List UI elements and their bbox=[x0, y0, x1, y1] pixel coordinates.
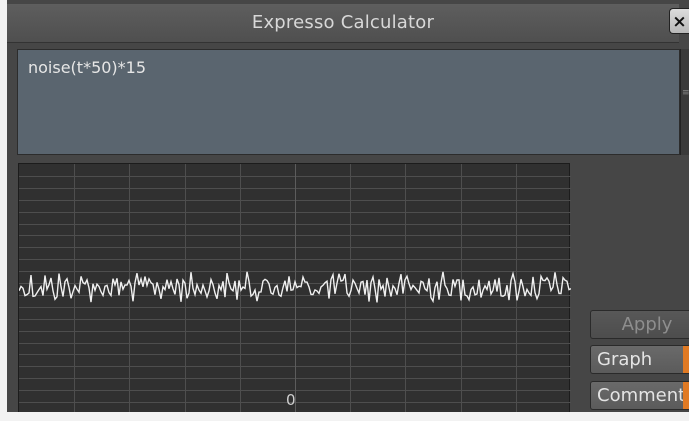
graph-grid bbox=[19, 164, 571, 414]
expression-editor[interactable]: noise(t*50)*15 bbox=[17, 49, 680, 155]
expresso-calculator-window: Expresso Calculator × noise(t*50)*15 ≡ 0… bbox=[0, 0, 689, 421]
graph-toggle-button[interactable]: Graph bbox=[590, 345, 689, 374]
graph-canvas bbox=[19, 164, 571, 414]
close-button[interactable]: × bbox=[669, 8, 689, 34]
title-bar[interactable]: Expresso Calculator bbox=[7, 4, 679, 43]
editor-scrollbar[interactable]: ≡ bbox=[680, 49, 689, 155]
comment-button-label: Comment bbox=[597, 385, 686, 406]
graph-button-label: Graph bbox=[597, 349, 653, 370]
graph-toggle-indicator bbox=[683, 346, 689, 373]
comment-toggle-button[interactable]: Comment bbox=[590, 381, 689, 410]
expression-text: noise(t*50)*15 bbox=[28, 58, 147, 77]
window-bottom-edge bbox=[0, 412, 689, 421]
close-icon: × bbox=[672, 12, 687, 32]
comment-toggle-indicator bbox=[683, 382, 689, 409]
background-area bbox=[0, 0, 7, 421]
apply-button[interactable]: Apply bbox=[590, 310, 689, 339]
window-title: Expresso Calculator bbox=[251, 12, 435, 33]
graph-panel bbox=[18, 163, 571, 414]
zero-axis-label: 0 bbox=[286, 391, 296, 409]
scroll-grip-icon[interactable]: ≡ bbox=[682, 89, 689, 102]
